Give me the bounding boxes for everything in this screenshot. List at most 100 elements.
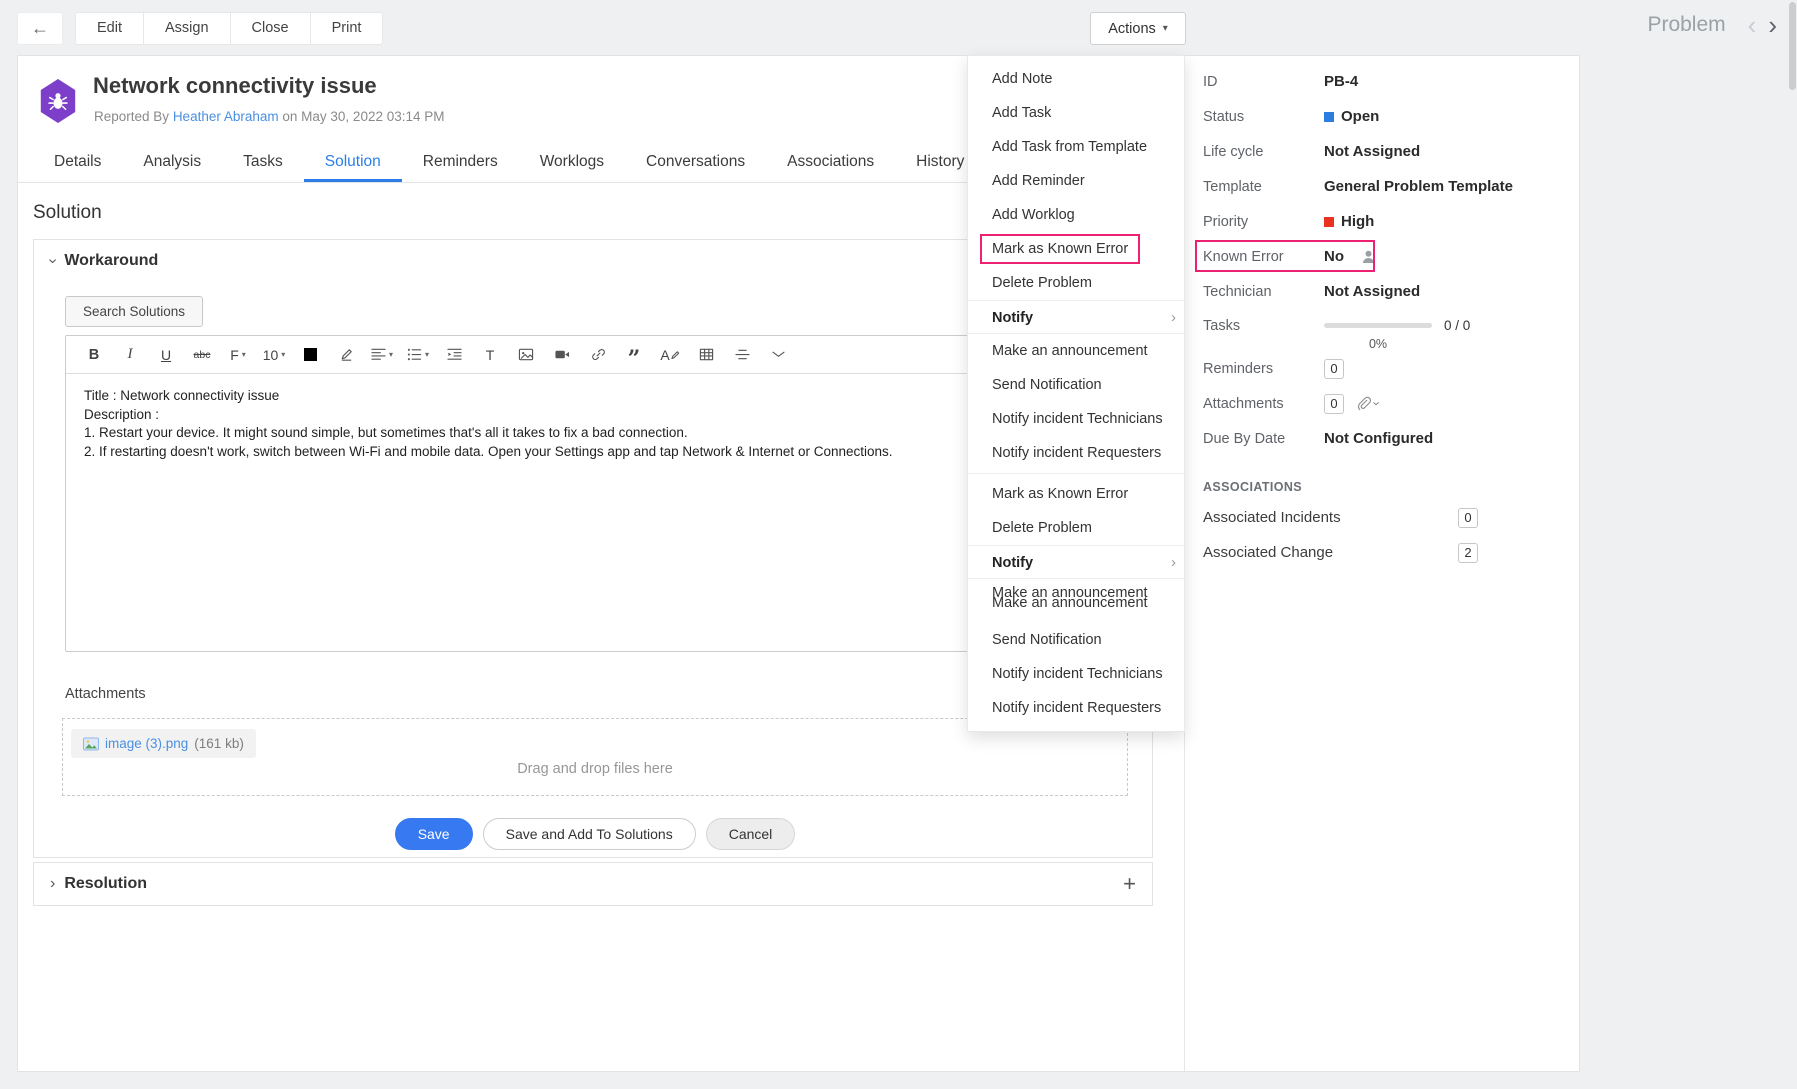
menu-item-add-task-from-template[interactable]: Add Task from Template	[968, 130, 1184, 164]
status-value: Open	[1341, 108, 1380, 125]
tab-reminders[interactable]: Reminders	[402, 144, 519, 182]
workaround-accordion-header[interactable]: › Workaround	[45, 252, 159, 270]
menu-item-notify-incident-technicians[interactable]: Notify incident Technicians	[968, 402, 1184, 436]
property-row-id: ID PB-4	[1203, 73, 1359, 90]
reported-by-label: Reported By	[94, 109, 170, 124]
attachment-chip[interactable]: image (3).png (161 kb)	[71, 729, 256, 758]
insert-image-icon[interactable]	[513, 342, 539, 368]
rich-text-editor: B I U abc F ▾ 10 ▾ ▾ ▾ T ” A Title: Net…	[65, 335, 1125, 652]
edit-button[interactable]: Edit	[75, 12, 144, 45]
editor-content[interactable]: Title : Network connectivity issue Descr…	[66, 374, 1124, 651]
align-icon[interactable]: ▾	[369, 342, 395, 368]
due-by-value: Not Configured	[1324, 430, 1434, 447]
associated-change-badge[interactable]: 2	[1458, 542, 1478, 563]
scrollbar-thumb[interactable]	[1789, 2, 1796, 90]
bullet-list-icon[interactable]: ▾	[405, 342, 431, 368]
indent-icon[interactable]	[441, 342, 467, 368]
id-value: PB-4	[1324, 73, 1359, 90]
text-style-icon[interactable]: T	[477, 342, 503, 368]
workaround-title: Workaround	[64, 252, 159, 269]
assign-button[interactable]: Assign	[143, 12, 231, 45]
menu-item-mark-as-known-error[interactable]: Mark as Known Error	[968, 477, 1184, 511]
save-button[interactable]: Save	[394, 818, 473, 850]
menu-item-send-notification[interactable]: Send Notification	[968, 623, 1184, 657]
back-button[interactable]: ←	[17, 12, 63, 45]
next-record-icon[interactable]: ›	[1762, 10, 1783, 40]
menu-item-delete-problem[interactable]: Delete Problem	[968, 511, 1184, 545]
property-row-reminders: Reminders 0	[1185, 351, 1581, 386]
more-options-icon[interactable]	[765, 342, 791, 368]
tab-details[interactable]: Details	[33, 144, 122, 182]
menu-header-notify[interactable]: Notify ›	[968, 545, 1184, 579]
tab-associations[interactable]: Associations	[766, 144, 895, 182]
actions-dropdown-button[interactable]: Actions ▾	[1090, 12, 1186, 45]
person-icon[interactable]	[1360, 249, 1377, 265]
menu-item-add-note[interactable]: Add Note	[968, 62, 1184, 96]
menu-header-notify[interactable]: Notify ›	[968, 300, 1184, 334]
tab-solution[interactable]: Solution	[303, 144, 402, 182]
cancel-button[interactable]: Cancel	[705, 818, 796, 850]
print-button[interactable]: Print	[309, 12, 384, 45]
spell-check-icon[interactable]: A	[657, 342, 683, 368]
text-color-icon[interactable]	[297, 342, 323, 368]
underline-icon[interactable]: U	[153, 342, 179, 368]
reporter-link[interactable]: Heather Abraham	[173, 109, 279, 124]
attachment-file-name[interactable]: image (3).png	[105, 736, 188, 751]
font-family-icon[interactable]: F ▾	[225, 342, 251, 368]
resolution-title[interactable]: Resolution	[64, 875, 147, 893]
attachments-menu[interactable]: ›	[1356, 396, 1385, 411]
save-and-add-to-solutions-button[interactable]: Save and Add To Solutions	[482, 818, 696, 850]
menu-item-add-task[interactable]: Add Task	[968, 96, 1184, 130]
insert-table-icon[interactable]	[693, 342, 719, 368]
priority-value: High	[1341, 213, 1375, 230]
property-row-tasks: Tasks 0 / 0 0%	[1203, 318, 1471, 351]
strikethrough-icon[interactable]: abc	[189, 342, 215, 368]
previous-record-icon[interactable]: ‹	[1742, 10, 1763, 40]
expand-chevron-icon: ›	[50, 875, 56, 892]
associated-incidents-badge[interactable]: 0	[1458, 507, 1478, 528]
property-row-technician: Technician Not Assigned	[1203, 283, 1421, 300]
menu-item-mark-as-known-error[interactable]: Mark as Known Error	[968, 232, 1184, 266]
horizontal-line-icon[interactable]	[729, 342, 755, 368]
menu-item-make-an-announcement[interactable]: Make an announcement	[968, 334, 1184, 368]
reminders-count-badge[interactable]: 0	[1324, 358, 1344, 379]
insert-link-icon[interactable]	[585, 342, 611, 368]
bold-icon[interactable]: B	[81, 342, 107, 368]
italic-icon[interactable]: I	[117, 342, 143, 368]
close-button[interactable]: Close	[229, 12, 311, 45]
menu-item-notify-incident-requesters[interactable]: Notify incident Requesters	[968, 691, 1184, 725]
life-cycle-value: Not Assigned	[1324, 143, 1421, 160]
properties-panel: ID PB-4 Status Open Life cycle Not Assig…	[1184, 56, 1581, 1071]
associated-change-label: Associated Change	[1203, 544, 1334, 561]
add-resolution-icon[interactable]: +	[1123, 871, 1136, 897]
insert-video-icon[interactable]	[549, 342, 575, 368]
highlight-color-icon[interactable]	[333, 342, 359, 368]
property-row-status: Status Open	[1203, 108, 1380, 125]
blockquote-icon[interactable]: ”	[621, 342, 647, 370]
actions-dropdown-menu: Add Note Add Task Add Task from Template…	[967, 55, 1185, 732]
page-title: Network connectivity issue	[93, 73, 377, 98]
tab-worklogs[interactable]: Worklogs	[519, 144, 625, 182]
module-label: Problem	[1647, 13, 1726, 36]
dropzone-hint: Drag and drop files here	[517, 761, 673, 777]
menu-item-delete-problem[interactable]: Delete Problem	[968, 266, 1184, 300]
page-scrollbar[interactable]	[1788, 0, 1796, 90]
font-size-dropdown[interactable]: 10 ▾	[261, 342, 287, 368]
menu-item-make-an-announcement[interactable]: Make an announcement Make an announcemen…	[968, 579, 1184, 623]
tab-conversations[interactable]: Conversations	[625, 144, 766, 182]
tab-analysis[interactable]: Analysis	[122, 144, 222, 182]
menu-item-notify-incident-requesters[interactable]: Notify incident Requesters	[968, 436, 1184, 470]
menu-item-notify-incident-technicians[interactable]: Notify incident Technicians	[968, 657, 1184, 691]
attachments-count-badge[interactable]: 0	[1324, 393, 1344, 414]
menu-item-add-reminder[interactable]: Add Reminder	[968, 164, 1184, 198]
search-solutions-button[interactable]: Search Solutions	[65, 296, 203, 327]
solution-section-title: Solution	[33, 202, 102, 223]
menu-item-add-worklog[interactable]: Add Worklog	[968, 198, 1184, 232]
property-row-due-by-date: Due By Date Not Configured	[1203, 430, 1434, 447]
tab-tasks[interactable]: Tasks	[222, 144, 304, 182]
menu-item-send-notification[interactable]: Send Notification	[968, 368, 1184, 402]
reported-on-text: on May 30, 2022 03:14 PM	[282, 109, 445, 124]
associated-incidents-label: Associated Incidents	[1203, 509, 1341, 526]
associations-section-title: ASSOCIATIONS	[1203, 480, 1303, 494]
back-arrow-icon: ←	[31, 18, 49, 38]
